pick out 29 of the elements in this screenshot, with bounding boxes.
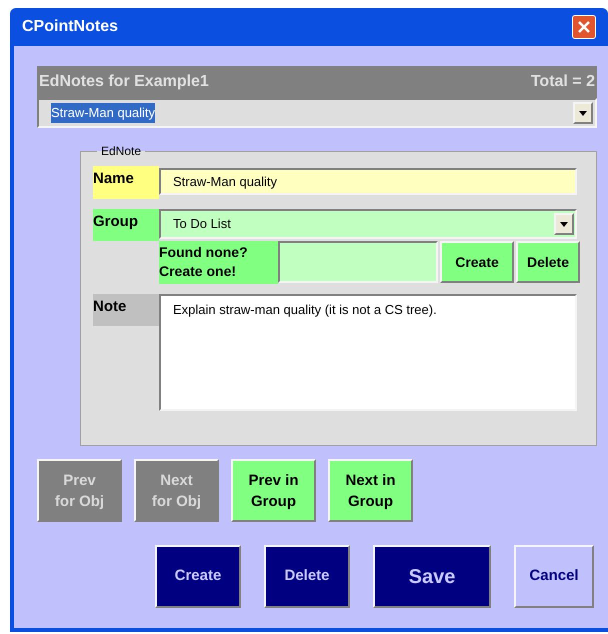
group-action-button[interactable]: Create — [440, 241, 514, 283]
group-value: To Do List — [173, 215, 231, 234]
navigation-button[interactable]: Next in Group — [328, 459, 413, 522]
dropdown-button[interactable] — [554, 213, 574, 235]
total-count: Total = 2 — [530, 72, 595, 92]
dropdown-value: Straw-Man quality — [51, 103, 156, 123]
note-dropdown[interactable]: Straw-Man quality — [37, 98, 597, 128]
name-field[interactable]: Straw-Man quality — [159, 168, 577, 195]
note-field[interactable]: Explain straw-man quality (it is not a CS tree). — [159, 294, 577, 411]
new-group-field[interactable] — [278, 241, 438, 283]
header-title: EdNotes for Example1 — [39, 72, 209, 92]
caret-icon — [579, 110, 587, 116]
caret-icon — [560, 222, 568, 226]
create-prompt: Found none? Create one! — [159, 241, 278, 284]
group-dropdown[interactable]: To Do List — [159, 209, 577, 239]
action-button[interactable]: Delete — [264, 545, 350, 608]
name-label: Name — [93, 166, 159, 199]
navigation-button[interactable]: Prev in Group — [231, 459, 316, 522]
close-icon — [578, 21, 590, 33]
dropdown-button[interactable] — [573, 102, 593, 124]
close-button[interactable] — [572, 15, 596, 39]
action-button[interactable]: Save — [373, 545, 491, 608]
group-action-button[interactable]: Delete — [516, 241, 580, 283]
note-label: Note — [93, 294, 159, 326]
group-label: Group — [93, 209, 159, 241]
group-legend: EdNote — [97, 142, 146, 160]
window-title: CPointNotes — [22, 17, 118, 37]
action-button[interactable]: Create — [155, 545, 241, 608]
action-button[interactable]: Cancel — [514, 545, 594, 608]
